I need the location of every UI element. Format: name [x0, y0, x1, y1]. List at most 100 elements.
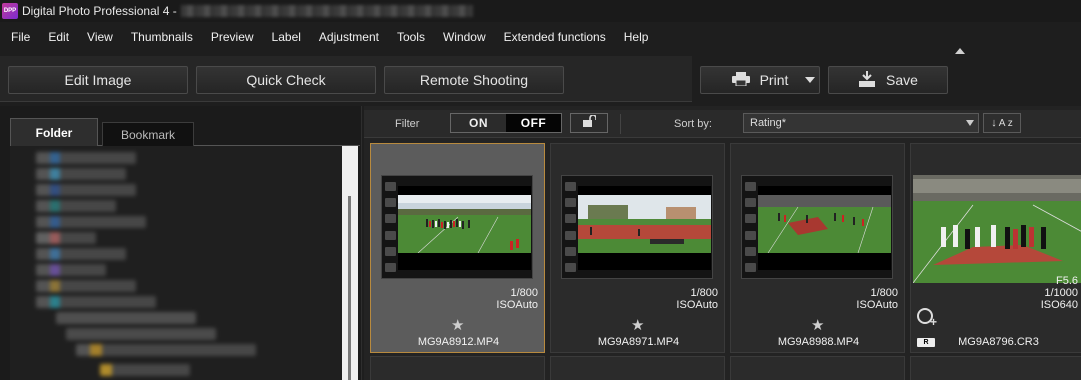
thumbnail-item[interactable] — [370, 356, 545, 380]
add-edit-icon[interactable] — [917, 308, 937, 329]
thumbnail-filename: MG9A8988.MP4 — [777, 336, 860, 348]
quick-check-button[interactable]: Quick Check — [196, 66, 376, 94]
menu-file[interactable]: File — [2, 30, 39, 44]
sort-by-select[interactable]: Rating* — [743, 113, 979, 133]
thumbnail-item[interactable]: 1/800 ISOAuto ★ MG9A8988.MP4 — [730, 143, 905, 353]
thumbnail-item[interactable]: 1/800 ISOAuto ★ MG9A8971.MP4 — [550, 143, 725, 353]
folder-scrollbar[interactable] — [342, 146, 358, 380]
save-label: Save — [886, 72, 918, 88]
filter-off-button[interactable]: OFF — [506, 114, 561, 132]
folder-tree-row[interactable] — [36, 216, 146, 228]
thumbnail-panel: Filter ON OFF Sort by: Rating* ↓ A z 1/8… — [364, 106, 1081, 380]
video-frame — [578, 186, 711, 270]
tab-folder[interactable]: Folder — [10, 118, 98, 146]
printer-icon — [731, 71, 750, 89]
filter-on-button[interactable]: ON — [451, 114, 506, 132]
shutter-speed: 1/800 — [690, 287, 718, 299]
iso-value: ISOAuto — [676, 299, 718, 311]
star-icon[interactable]: ★ — [811, 316, 824, 334]
folder-tree-row[interactable] — [56, 312, 196, 324]
blurred-title-path — [180, 5, 473, 17]
menu-extended-functions[interactable]: Extended functions — [495, 30, 615, 44]
iso-value: ISOAuto — [856, 299, 898, 311]
video-filmstrip — [561, 175, 713, 279]
menu-thumbnails[interactable]: Thumbnails — [122, 30, 202, 44]
menu-tools[interactable]: Tools — [388, 30, 434, 44]
folder-tree-row[interactable] — [36, 152, 136, 164]
filter-lock-button[interactable] — [570, 113, 608, 133]
folder-tree-row[interactable] — [36, 184, 136, 196]
folder-tree-row[interactable] — [36, 200, 116, 212]
dpp-app-icon: DPP — [2, 3, 18, 19]
sort-order-label: A z — [998, 117, 1013, 129]
film-holes — [745, 182, 756, 272]
filter-toggle[interactable]: ON OFF — [450, 113, 562, 133]
folder-scrollbar-thumb[interactable] — [348, 196, 351, 380]
folder-tree-row[interactable] — [36, 232, 96, 244]
folder-tree-row[interactable] — [66, 328, 216, 340]
menu-preview[interactable]: Preview — [202, 30, 263, 44]
star-icon[interactable]: ★ — [451, 316, 464, 334]
video-filmstrip — [381, 175, 533, 279]
filter-label: Filter — [395, 118, 420, 130]
sort-arrow-icon: ↓ — [991, 117, 997, 129]
football-photo-image — [913, 175, 1081, 283]
menu-window[interactable]: Window — [434, 30, 495, 44]
quick-check-label: Quick Check — [246, 72, 326, 88]
thumbnail-item[interactable] — [910, 356, 1081, 380]
menu-edit[interactable]: Edit — [39, 30, 78, 44]
football-field-image — [398, 195, 531, 253]
iso-value: ISOAuto — [496, 299, 538, 311]
unlock-icon — [582, 114, 597, 132]
football-field-image — [578, 195, 711, 253]
save-button[interactable]: Save — [828, 66, 948, 94]
thumbnail-item[interactable] — [730, 356, 905, 380]
folder-tree-row[interactable] — [36, 248, 126, 260]
edit-image-label: Edit Image — [64, 72, 132, 88]
thumbnail-item[interactable] — [550, 356, 725, 380]
folder-tree-row[interactable] — [36, 280, 136, 292]
folder-tree-row[interactable] — [36, 296, 156, 308]
shutter-speed: 1/800 — [510, 287, 538, 299]
star-icon[interactable]: ★ — [631, 316, 644, 334]
thumbnail-filename: MG9A8971.MP4 — [597, 336, 680, 348]
menu-bar: File Edit View Thumbnails Preview Label … — [0, 24, 1081, 50]
menu-label[interactable]: Label — [263, 30, 310, 44]
shutter-speed: 1/1000 — [1044, 287, 1078, 299]
thumbnail-filename: MG9A8912.MP4 — [417, 336, 500, 348]
film-holes — [565, 182, 576, 272]
print-dropdown-icon[interactable] — [805, 77, 815, 83]
folder-tree-row[interactable] — [76, 344, 256, 356]
folder-tree-row[interactable] — [36, 264, 106, 276]
folder-tabs: Folder Bookmark — [10, 118, 360, 146]
sort-by-value: Rating* — [750, 117, 787, 129]
main-toolbar: Edit Image Quick Check Remote Shooting P… — [0, 48, 1081, 104]
thumbnail-item[interactable]: F5.6 1/1000 ISO640 R MG9A8796.CR3 — [910, 143, 1081, 353]
tab-folder-label: Folder — [35, 125, 73, 140]
print-button[interactable]: Print — [700, 66, 820, 94]
thumbnail-item[interactable]: 1/800 ISOAuto ★ MG9A8912.MP4 — [370, 143, 545, 353]
collapse-toolbar-icon[interactable] — [955, 48, 965, 54]
sort-by-label: Sort by: — [674, 118, 712, 130]
edit-image-button[interactable]: Edit Image — [8, 66, 188, 94]
window-title: Digital Photo Professional 4 - — [22, 4, 177, 18]
remote-shooting-button[interactable]: Remote Shooting — [384, 66, 564, 94]
thumbnail-filename: MG9A8796.CR3 — [958, 336, 1039, 348]
tab-bookmark[interactable]: Bookmark — [102, 122, 194, 146]
menu-view[interactable]: View — [78, 30, 122, 44]
video-frame — [758, 186, 891, 270]
menu-help[interactable]: Help — [615, 30, 658, 44]
remote-shooting-label: Remote Shooting — [419, 72, 529, 88]
menu-adjustment[interactable]: Adjustment — [310, 30, 388, 44]
filter-separator — [620, 114, 621, 134]
filter-bar: Filter ON OFF Sort by: Rating* ↓ A z — [364, 110, 1081, 138]
folder-tree[interactable] — [10, 146, 342, 380]
tab-bookmark-label: Bookmark — [120, 127, 176, 142]
football-field-image — [758, 195, 891, 253]
sort-order-button[interactable]: ↓ A z — [983, 113, 1021, 133]
folder-tree-row[interactable] — [100, 364, 190, 376]
video-frame — [398, 186, 531, 270]
folder-tree-row[interactable] — [36, 168, 126, 180]
aperture-value: F5.6 — [1055, 275, 1078, 287]
title-bar: DPP Digital Photo Professional 4 - — [0, 0, 1081, 22]
